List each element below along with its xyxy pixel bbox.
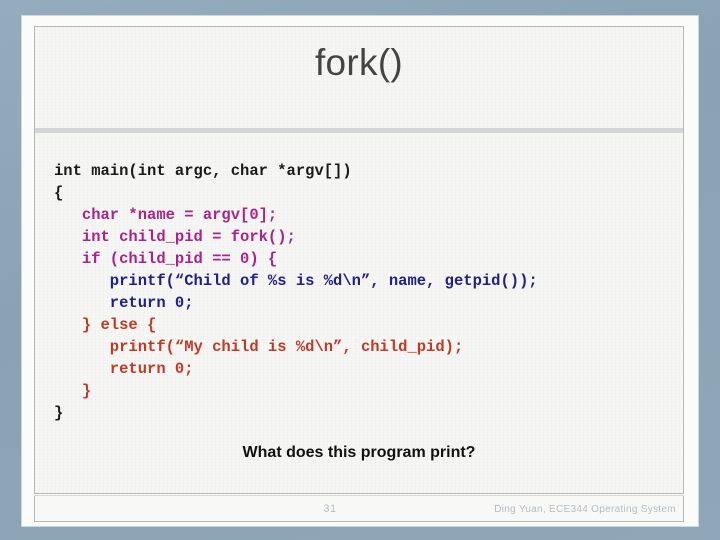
code-line: int child_pid = fork(); xyxy=(54,228,296,246)
code-line: if (child_pid == 0) { xyxy=(54,250,278,268)
slide-number: 31 xyxy=(323,503,337,515)
page-title: fork() xyxy=(314,42,404,83)
code-listing: int main(int argc, char *argv[]) { char *… xyxy=(54,160,684,424)
code-line: printf(“Child of %s is %d\n”, name, getp… xyxy=(54,272,538,290)
code-line: return 0; xyxy=(54,294,194,312)
code-line: } xyxy=(54,382,92,400)
code-line: char *name = argv[0]; xyxy=(54,206,278,224)
code-line: int main(int argc, char *argv[]) xyxy=(54,162,352,180)
question-text: What does this program print? xyxy=(242,444,476,461)
title-zone: fork() xyxy=(35,27,683,133)
code-line: printf(“My child is %d\n”, child_pid); xyxy=(54,338,464,356)
slide-frame: fork() int main(int argc, char *argv[]) {… xyxy=(0,0,720,540)
title-divider xyxy=(35,128,683,133)
code-line: return 0; xyxy=(54,360,194,378)
code-line: } else { xyxy=(54,316,157,334)
code-line: } xyxy=(54,404,64,422)
footer-credit: Ding Yuan, ECE344 Operating System xyxy=(494,504,676,515)
code-line: { xyxy=(54,184,64,202)
